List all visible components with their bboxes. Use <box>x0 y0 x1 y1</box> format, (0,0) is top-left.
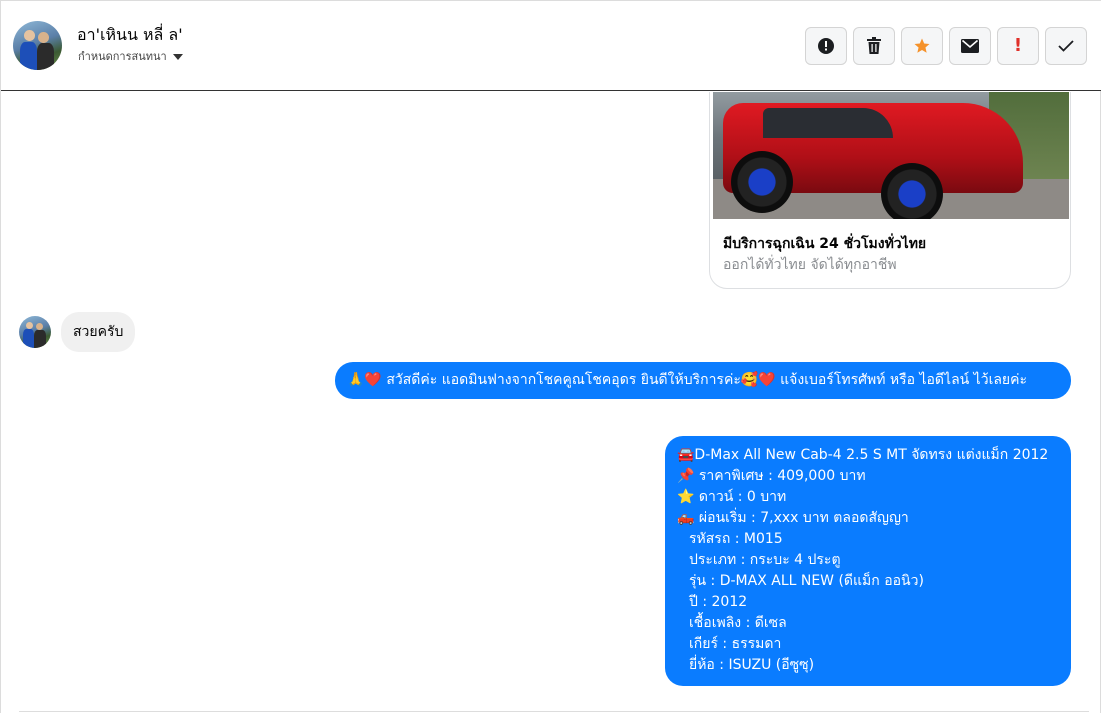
trash-icon <box>867 37 881 54</box>
message-thread[interactable]: มีบริการฉุกเฉิน 24 ชั่วโมงทั่วไทย ออกได้… <box>1 92 1101 713</box>
composer-divider <box>19 711 1089 712</box>
envelope-icon <box>961 39 979 53</box>
listing-installment: 🛻 ผ่อนเริ่ม : 7,xxx บาท ตลอดสัญญา <box>677 510 909 526</box>
action-toolbar: ! <box>805 27 1087 65</box>
listing-price: 📌 ราคาพิเศษ : 409,000 บาท <box>677 468 866 484</box>
listing-code: รหัสรถ : M015 <box>689 531 783 547</box>
ad-card-subtitle: ออกได้ทั่วไทย จัดได้ทุกอาชีพ <box>723 257 897 273</box>
car-photo[interactable] <box>713 92 1069 219</box>
star-button[interactable] <box>901 27 943 65</box>
email-button[interactable] <box>949 27 991 65</box>
assign-conversation-label: กำหนดการสนทนา <box>78 50 167 63</box>
flag-important-button[interactable]: ! <box>997 27 1039 65</box>
assign-conversation-dropdown[interactable]: กำหนดการสนทนา <box>78 47 183 65</box>
alert-button[interactable] <box>805 27 847 65</box>
listing-fuel: เชื้อเพลิง : ดีเซล <box>689 615 787 631</box>
sender-avatar[interactable] <box>19 316 51 348</box>
incoming-message[interactable]: สวยครับ <box>61 312 136 352</box>
exclamation-icon: ! <box>1013 35 1023 56</box>
ad-card-title: มีบริการฉุกเฉิน 24 ชั่วโมงทั่วไทย <box>723 236 927 252</box>
listing-gear: เกียร์ : ธรรมดา <box>689 636 782 652</box>
listing-type: ประเภท : กระบะ 4 ประตู <box>689 552 841 568</box>
delete-button[interactable] <box>853 27 895 65</box>
listing-title: 🚘D-Max All New Cab-4 2.5 S MT จัดทรง แต่… <box>677 447 1049 463</box>
ad-card[interactable]: มีบริการฉุกเฉิน 24 ชั่วโมงทั่วไทย ออกได้… <box>709 92 1071 289</box>
outgoing-message[interactable]: 🙏❤️ สวัสดีค่ะ แอดมินฟางจากโชคคูณโชคอุดร … <box>335 362 1071 399</box>
conversation-window: อา'เหินน หลี่ ล' กำหนดการสนทนา ! มีบริกา… <box>0 0 1101 713</box>
caret-down-icon <box>172 53 183 60</box>
check-icon <box>1058 40 1074 52</box>
listing-brand: ยี่ห้อ : ISUZU (อีซูซุ) <box>689 657 815 673</box>
listing-model: รุ่น : D-MAX ALL NEW (ดีแม็ก ออนิว) <box>689 573 924 589</box>
star-icon <box>914 38 930 53</box>
contact-name[interactable]: อา'เหินน หลี่ ล' <box>77 23 183 48</box>
alert-circle-icon <box>818 38 834 54</box>
incoming-message-row: สวยครับ <box>19 312 136 352</box>
listing-down-payment: ⭐ ดาวน์ : 0 บาท <box>677 489 787 505</box>
contact-avatar[interactable] <box>13 21 62 70</box>
conversation-header: อา'เหินน หลี่ ล' กำหนดการสนทนา ! <box>1 1 1101 91</box>
mark-done-button[interactable] <box>1045 27 1087 65</box>
outgoing-message-listing[interactable]: 🚘D-Max All New Cab-4 2.5 S MT จัดทรง แต่… <box>665 436 1071 686</box>
listing-year: ปี : 2012 <box>689 594 748 610</box>
